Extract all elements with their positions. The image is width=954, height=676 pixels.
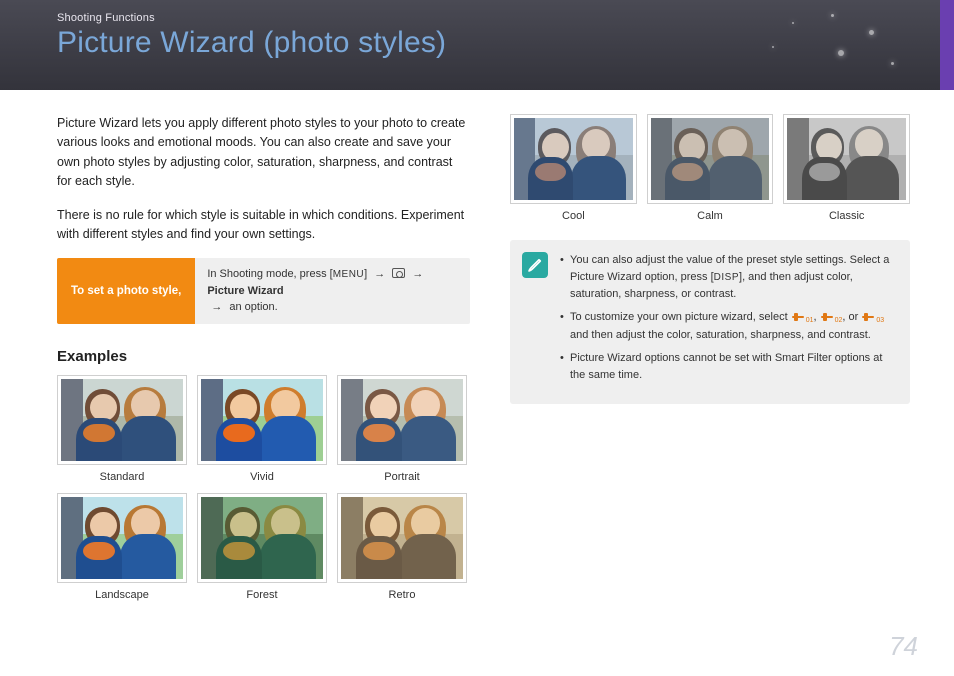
left-column: Picture Wizard lets you apply different … (57, 114, 470, 601)
thumb-image (61, 379, 183, 461)
arrow-icon: → (412, 268, 423, 280)
info-item: To customize your own picture wizard, se… (560, 309, 896, 344)
thumb-caption: Retro (337, 589, 467, 601)
custom-slot-icon (862, 313, 874, 321)
menu-button-label: MENU (333, 269, 364, 280)
info-box: You can also adjust the value of the pre… (510, 240, 910, 404)
content-columns: Picture Wizard lets you apply different … (0, 90, 954, 601)
intro-paragraph: Picture Wizard lets you apply different … (57, 114, 470, 192)
set-style-row: To set a photo style, In Shooting mode, … (57, 258, 470, 324)
sparkle-icon (838, 50, 844, 56)
thumb-frame (510, 114, 637, 204)
right-column: Cool Calm (510, 114, 910, 601)
thumb-frame (783, 114, 910, 204)
examples-heading: Examples (57, 348, 470, 365)
examples-grid-right: Cool Calm (510, 114, 910, 222)
custom-slot-number: 01 (806, 317, 814, 324)
example-thumb: Forest (197, 493, 327, 601)
example-thumb: Retro (337, 493, 467, 601)
thumb-image (514, 118, 633, 200)
header-band: Shooting Functions Picture Wizard (photo… (0, 0, 954, 90)
info-item: Picture Wizard options cannot be set wit… (560, 350, 896, 384)
example-thumb: Calm (647, 114, 774, 222)
thumb-image (201, 497, 323, 579)
custom-slot-icon (792, 313, 804, 321)
thumb-image (341, 379, 463, 461)
arrow-icon: → (211, 301, 222, 313)
set-style-instructions: In Shooting mode, press [MENU] → → Pictu… (195, 258, 470, 324)
page-title: Picture Wizard (photo styles) (57, 26, 954, 60)
camera-icon (392, 268, 405, 278)
thumb-image (61, 497, 183, 579)
picture-wizard-bold: Picture Wizard (207, 285, 283, 297)
set-style-label: To set a photo style, (57, 258, 195, 324)
page-number: 74 (889, 631, 918, 662)
example-thumb: Landscape (57, 493, 187, 601)
text: To customize your own picture wizard, se… (570, 311, 791, 323)
section-color-tab (940, 0, 954, 90)
arrow-icon: → (374, 268, 385, 280)
thumb-image (651, 118, 770, 200)
disp-button-label: DISP (714, 272, 739, 283)
thumb-frame (197, 493, 327, 583)
info-list: You can also adjust the value of the pre… (560, 252, 896, 390)
thumb-frame (647, 114, 774, 204)
thumb-caption: Portrait (337, 471, 467, 483)
note-pen-icon (522, 252, 548, 278)
thumb-image (787, 118, 906, 200)
thumb-caption: Cool (510, 210, 637, 222)
thumb-caption: Landscape (57, 589, 187, 601)
custom-slot-number: 02 (835, 317, 843, 324)
thumb-frame (337, 375, 467, 465)
thumb-frame (197, 375, 327, 465)
thumb-caption: Standard (57, 471, 187, 483)
text: ] (364, 268, 370, 280)
example-thumb: Vivid (197, 375, 327, 483)
thumb-caption: Forest (197, 589, 327, 601)
thumb-image (201, 379, 323, 461)
thumb-frame (57, 493, 187, 583)
example-thumb: Classic (783, 114, 910, 222)
example-thumb: Cool (510, 114, 637, 222)
text: and then adjust the color, saturation, s… (570, 329, 871, 341)
example-thumb: Portrait (337, 375, 467, 483)
thumb-caption: Calm (647, 210, 774, 222)
custom-slot-number: 03 (876, 317, 884, 324)
thumb-frame (57, 375, 187, 465)
info-item: You can also adjust the value of the pre… (560, 252, 896, 303)
sparkle-icon (891, 62, 894, 65)
sparkle-icon (772, 46, 774, 48)
custom-slot-icon (821, 313, 833, 321)
text: an option. (229, 301, 277, 313)
thumb-image (341, 497, 463, 579)
page: Shooting Functions Picture Wizard (photo… (0, 0, 954, 676)
intro-paragraph: There is no rule for which style is suit… (57, 206, 470, 245)
sparkle-icon (869, 30, 874, 35)
thumb-frame (337, 493, 467, 583)
example-thumb: Standard (57, 375, 187, 483)
breadcrumb: Shooting Functions (57, 12, 954, 24)
sparkle-icon (792, 22, 794, 24)
thumb-caption: Vivid (197, 471, 327, 483)
text: or (849, 311, 862, 323)
examples-grid: Standard Vivid (57, 375, 470, 601)
text: In Shooting mode, press [ (207, 268, 332, 280)
thumb-caption: Classic (783, 210, 910, 222)
sparkle-icon (831, 14, 834, 17)
